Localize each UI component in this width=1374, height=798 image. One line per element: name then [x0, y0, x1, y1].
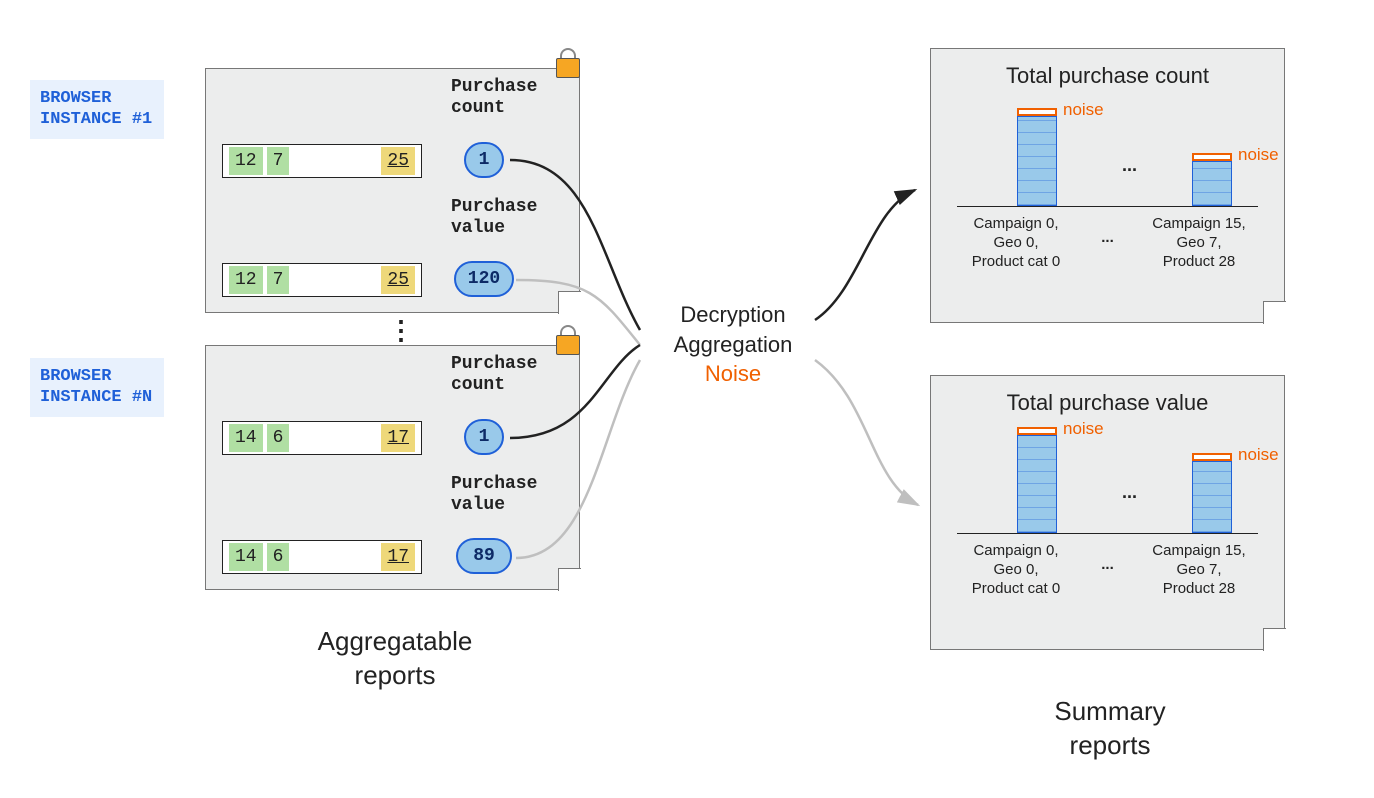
process-line-noise: Noise: [663, 359, 803, 389]
metric-label: Purchase count: [451, 354, 537, 395]
summary-title: Total purchase count: [941, 63, 1274, 89]
noise-label: noise: [1063, 419, 1104, 439]
purchase-count-pill: 1: [464, 142, 504, 178]
section-label-right: Summary reports: [1010, 695, 1210, 763]
pill-value: 1: [479, 427, 490, 447]
noise-cap: [1017, 427, 1057, 435]
section-label-left: Aggregatable reports: [285, 625, 505, 693]
noise-cap: [1192, 153, 1232, 161]
key-segment: 7: [267, 147, 290, 175]
axis-labels: Campaign 0, Geo 0, Product cat 0 ... Cam…: [951, 542, 1264, 598]
axis-label-right: Campaign 15, Geo 7, Product 28: [1134, 542, 1264, 598]
lock-icon: [553, 325, 583, 355]
key-segment: 6: [267, 424, 290, 452]
purchase-value-pill: 120: [454, 261, 514, 297]
key-segment: 17: [381, 543, 415, 571]
browser-tag-line: BROWSER: [40, 366, 152, 387]
key-segment: 25: [381, 147, 415, 175]
axis-labels: Campaign 0, Geo 0, Product cat 0 ... Cam…: [951, 215, 1264, 271]
chart-area: noise ... noise: [957, 424, 1258, 534]
process-label: Decryption Aggregation Noise: [663, 300, 803, 389]
chart-ellipsis: ...: [1122, 155, 1137, 176]
summary-report-value: Total purchase value noise ... noise Cam…: [930, 375, 1285, 650]
metric-label: Purchase value: [451, 474, 537, 515]
key-segment: 12: [229, 147, 263, 175]
pill-value: 120: [468, 269, 500, 289]
key-segment: 14: [229, 424, 263, 452]
key-row: 14 6 17: [222, 540, 422, 574]
browser-instance-1-tag: BROWSER INSTANCE #1: [30, 80, 164, 139]
key-row: 12 7 25: [222, 144, 422, 178]
key-segment: 17: [381, 424, 415, 452]
summary-title: Total purchase value: [941, 390, 1274, 416]
key-row: 12 7 25: [222, 263, 422, 297]
key-segment: 14: [229, 543, 263, 571]
browser-tag-line: INSTANCE #N: [40, 387, 152, 408]
lock-icon: [553, 48, 583, 78]
axis-label-mid: ...: [1093, 542, 1123, 598]
aggregatable-report-1: Purchase count 12 7 25 1 Purchase value …: [205, 68, 580, 313]
vertical-ellipsis: ⋮: [388, 315, 414, 346]
metric-label: Purchase count: [451, 77, 537, 118]
summary-report-count: Total purchase count noise ... noise Cam…: [930, 48, 1285, 323]
noise-cap: [1017, 108, 1057, 116]
pill-value: 1: [479, 150, 490, 170]
purchase-value-pill: 89: [456, 538, 512, 574]
pill-value: 89: [473, 546, 495, 566]
browser-tag-line: BROWSER: [40, 88, 152, 109]
chart-bar: [1017, 116, 1057, 206]
axis-label-left: Campaign 0, Geo 0, Product cat 0: [951, 215, 1081, 271]
noise-label: noise: [1238, 445, 1279, 465]
noise-cap: [1192, 453, 1232, 461]
aggregatable-report-n: Purchase count 14 6 17 1 Purchase value …: [205, 345, 580, 590]
process-line: Decryption: [663, 300, 803, 330]
key-row: 14 6 17: [222, 421, 422, 455]
key-segment: 25: [381, 266, 415, 294]
chart-area: noise ... noise: [957, 97, 1258, 207]
key-segment: 6: [267, 543, 290, 571]
noise-label: noise: [1238, 145, 1279, 165]
chart-bar: [1192, 161, 1232, 206]
axis-label-mid: ...: [1093, 215, 1123, 271]
chart-ellipsis: ...: [1122, 482, 1137, 503]
key-segment: 7: [267, 266, 290, 294]
process-line: Aggregation: [663, 330, 803, 360]
purchase-count-pill: 1: [464, 419, 504, 455]
key-segment: 12: [229, 266, 263, 294]
metric-label: Purchase value: [451, 197, 537, 238]
browser-instance-n-tag: BROWSER INSTANCE #N: [30, 358, 164, 417]
axis-label-right: Campaign 15, Geo 7, Product 28: [1134, 215, 1264, 271]
chart-bar: [1192, 461, 1232, 533]
axis-label-left: Campaign 0, Geo 0, Product cat 0: [951, 542, 1081, 598]
browser-tag-line: INSTANCE #1: [40, 109, 152, 130]
noise-label: noise: [1063, 100, 1104, 120]
chart-bar: [1017, 435, 1057, 533]
